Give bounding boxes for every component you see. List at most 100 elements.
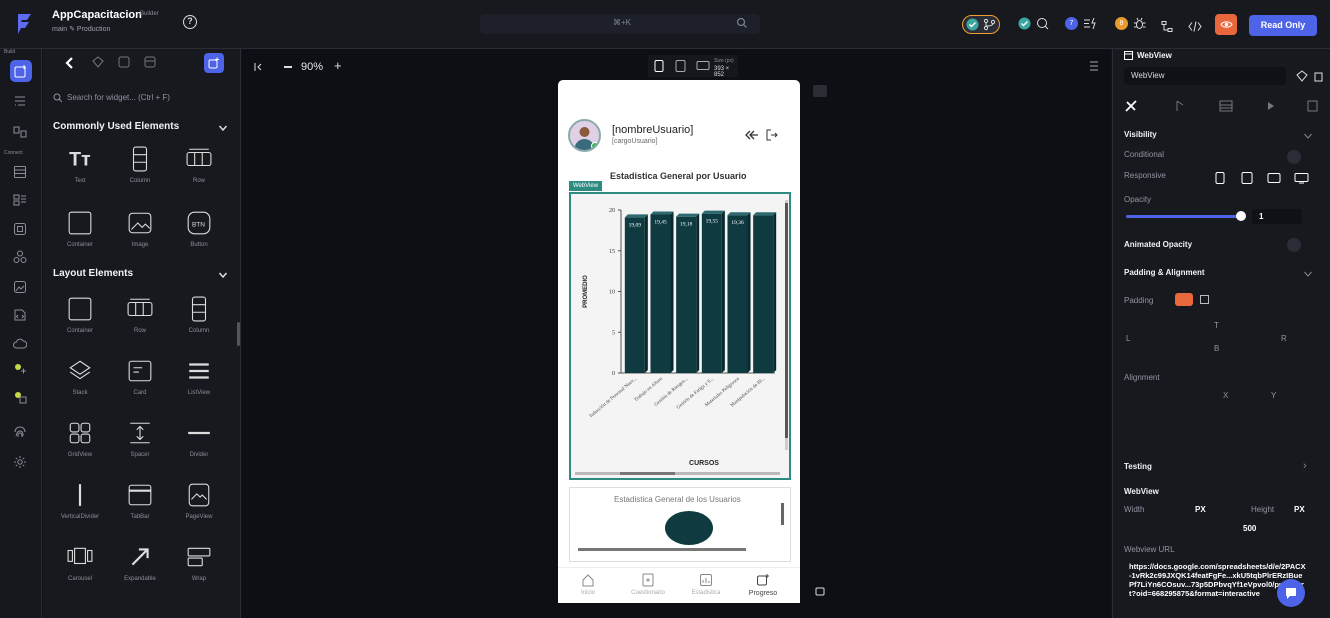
widget-tile-verticaldivider[interactable]: VerticalDivider xyxy=(55,476,105,534)
size-value[interactable]: 393 × 852 xyxy=(714,66,738,78)
opacity-slider-track[interactable] xyxy=(1126,215,1242,218)
avatar[interactable] xyxy=(568,119,601,152)
nav-item-inicio[interactable]: Inicio xyxy=(566,573,610,596)
api-calls-icon[interactable] xyxy=(13,362,27,376)
widget-tile-expandable[interactable]: Expandable xyxy=(115,538,165,596)
desktop-visible-icon[interactable] xyxy=(1294,173,1309,184)
animated-opacity-toggle[interactable] xyxy=(1287,238,1301,252)
widget-tile-listview[interactable]: ListView xyxy=(174,352,224,410)
chevron-right-icon[interactable]: › xyxy=(1303,460,1307,472)
webview-scroll-thumb[interactable] xyxy=(785,203,788,438)
tests-status[interactable] xyxy=(1018,15,1056,34)
width-unit[interactable]: PX xyxy=(1195,505,1206,514)
app-title[interactable]: AppCapacitacion xyxy=(52,9,142,21)
chevron-down-icon[interactable] xyxy=(1303,269,1313,279)
reply-all-icon[interactable] xyxy=(745,130,759,140)
alignment-grid[interactable] xyxy=(1128,388,1206,443)
padding-link-toggle[interactable] xyxy=(1175,293,1193,306)
zoom-in-icon[interactable]: + xyxy=(334,58,342,73)
flutterflow-logo-icon[interactable] xyxy=(14,12,36,36)
help-icon[interactable]: ? xyxy=(183,15,197,29)
diamond-icon[interactable] xyxy=(92,56,104,68)
webview-horizontal-thumb[interactable] xyxy=(620,472,675,475)
phone-device-icon[interactable] xyxy=(654,60,664,72)
widget-tile-button[interactable]: BTN Button xyxy=(174,204,224,262)
collapse-panel-icon[interactable] xyxy=(253,61,265,73)
media-assets-icon[interactable] xyxy=(13,280,27,294)
chevron-down-icon[interactable] xyxy=(218,123,228,133)
diamond-icon[interactable] xyxy=(1296,70,1308,82)
phone-visible-icon[interactable] xyxy=(1215,172,1225,184)
widget-tile-stack[interactable]: Stack xyxy=(55,352,105,410)
widget-tile-card[interactable]: Card xyxy=(115,352,165,410)
card2-scroll-thumb[interactable] xyxy=(781,503,784,525)
app-state-icon[interactable] xyxy=(13,222,27,236)
widget-search-input[interactable]: Search for widget... (Ctrl + F) xyxy=(67,93,170,102)
widget-tile-text[interactable]: Tт Text xyxy=(55,140,105,198)
fingerprint-icon[interactable] xyxy=(13,425,27,439)
components-icon[interactable] xyxy=(13,250,27,264)
widget-tile-container[interactable]: Container xyxy=(55,204,105,262)
visibility-section[interactable]: Visibility xyxy=(1124,130,1157,139)
chevron-down-icon[interactable] xyxy=(1303,131,1313,141)
panel-resize-handle[interactable] xyxy=(237,322,240,346)
align-y-label[interactable]: Y xyxy=(1271,391,1276,400)
data-types-icon[interactable] xyxy=(13,193,27,207)
storyboard-icon[interactable] xyxy=(13,125,27,139)
nav-item-cuestionario[interactable]: Cuestionario xyxy=(626,573,670,596)
support-chat-button[interactable] xyxy=(1277,579,1305,607)
tablet-device-icon[interactable] xyxy=(675,60,686,72)
padding-left-label[interactable]: L xyxy=(1126,334,1130,343)
widget-tile-column[interactable]: Column xyxy=(174,290,224,348)
common-elements-title[interactable]: Commonly Used Elements xyxy=(53,121,179,132)
issues-status[interactable]: 7 xyxy=(1065,15,1101,34)
agents-icon[interactable] xyxy=(13,390,27,404)
branch-label[interactable]: main ✎ Production xyxy=(52,25,110,33)
widget-tile-row[interactable]: Row xyxy=(115,290,165,348)
widget-tile-wrap[interactable]: Wrap xyxy=(174,538,224,596)
zoom-level[interactable]: 90% xyxy=(301,61,323,73)
custom-code-icon[interactable] xyxy=(13,308,27,322)
cloud-functions-icon[interactable] xyxy=(13,337,27,351)
nav-item-progreso[interactable]: Progreso xyxy=(741,573,785,597)
device-frame-icon[interactable] xyxy=(815,587,825,597)
desktop-device-icon[interactable] xyxy=(696,61,710,71)
widget-tile-tabbar[interactable]: TabBar xyxy=(115,476,165,534)
padding-right-label[interactable]: R xyxy=(1281,334,1287,343)
copy-tab-icon[interactable] xyxy=(1306,99,1320,113)
widget-tile-column[interactable]: Column xyxy=(115,140,165,198)
zoom-out-icon[interactable] xyxy=(284,66,292,68)
actions-tab-icon[interactable] xyxy=(1174,99,1188,113)
testing-section[interactable]: Testing xyxy=(1124,462,1152,471)
widget-palette-rail-button[interactable] xyxy=(10,60,32,82)
padding-bottom-label[interactable]: B xyxy=(1214,344,1219,353)
tree-icon[interactable] xyxy=(1160,17,1174,36)
padding-unlink-toggle[interactable] xyxy=(1200,295,1209,304)
git-status-pill[interactable] xyxy=(962,15,1000,34)
backend-query-tab-icon[interactable] xyxy=(1219,99,1233,113)
canvas-side-button[interactable] xyxy=(813,85,827,97)
card2-horizontal-thumb[interactable] xyxy=(578,548,746,551)
nav-item-estadistica[interactable]: Estadistica xyxy=(684,573,728,596)
chevron-down-icon[interactable] xyxy=(218,270,228,280)
webview-horizontal-scrollbar[interactable] xyxy=(575,472,780,475)
settings-gear-icon[interactable] xyxy=(13,455,27,469)
widget-tile-divider[interactable]: Divider xyxy=(174,414,224,472)
add-widget-button[interactable] xyxy=(204,53,224,73)
height-unit[interactable]: PX xyxy=(1294,505,1305,514)
back-arrow-icon[interactable] xyxy=(63,56,77,70)
warnings-status[interactable]: 8 xyxy=(1115,15,1151,34)
widget-tile-image[interactable]: Image xyxy=(115,204,165,262)
widget-tile-carousel[interactable]: Carousel xyxy=(55,538,105,596)
preview-button[interactable] xyxy=(1215,14,1237,35)
height-value[interactable]: 500 xyxy=(1243,524,1256,533)
opacity-slider-thumb[interactable] xyxy=(1236,211,1246,221)
play-tab-icon[interactable] xyxy=(1264,99,1278,113)
widget-tile-gridview[interactable]: GridView xyxy=(55,414,105,472)
component-tab-icon[interactable] xyxy=(118,56,130,68)
layout-elements-title[interactable]: Layout Elements xyxy=(53,268,133,279)
firestore-icon[interactable] xyxy=(13,165,27,179)
widget-tile-container[interactable]: Container xyxy=(55,290,105,348)
webview-section[interactable]: WebView xyxy=(1124,487,1159,496)
padding-alignment-section[interactable]: Padding & Alignment xyxy=(1124,268,1205,277)
